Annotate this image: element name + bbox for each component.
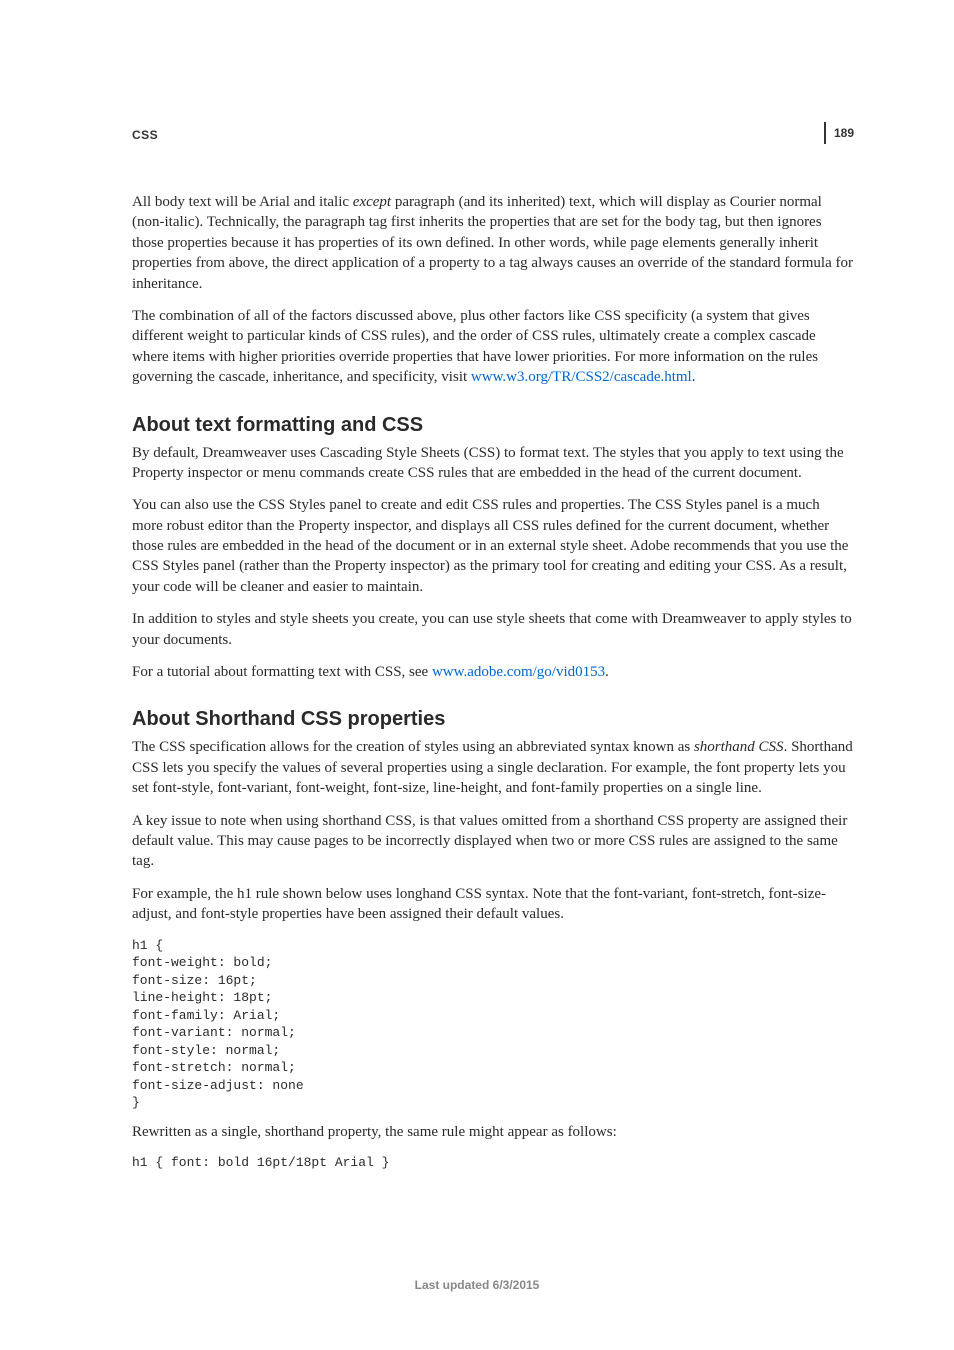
body-paragraph: You can also use the CSS Styles panel to… [132,495,854,597]
body-paragraph: The combination of all of the factors di… [132,306,854,388]
page-number: 189 [824,122,854,144]
code-block: h1 { font: bold 16pt/18pt Arial } [132,1154,854,1172]
body-paragraph: A key issue to note when using shorthand… [132,811,854,872]
body-paragraph: For a tutorial about formatting text wit… [132,662,854,682]
text-run: . [605,664,609,680]
text-run: For a tutorial about formatting text wit… [132,664,432,680]
emphasis-text: except [353,194,391,210]
text-run: . [692,369,696,385]
section-heading: About Shorthand CSS properties [132,708,854,731]
text-run: The CSS specification allows for the cre… [132,739,694,755]
text-run: All body text will be Arial and italic [132,194,353,210]
body-paragraph: In addition to styles and style sheets y… [132,609,854,650]
code-block: h1 { font-weight: bold; font-size: 16pt;… [132,937,854,1112]
section-header-label: CSS [132,128,158,142]
section-heading: About text formatting and CSS [132,414,854,437]
body-paragraph: For example, the h1 rule shown below use… [132,884,854,925]
body-paragraph: The CSS specification allows for the cre… [132,737,854,798]
body-paragraph: By default, Dreamweaver uses Cascading S… [132,443,854,484]
body-paragraph: Rewritten as a single, shorthand propert… [132,1122,854,1142]
external-link[interactable]: www.adobe.com/go/vid0153 [432,664,605,680]
footer-last-updated: Last updated 6/3/2015 [0,1278,954,1292]
emphasis-text: shorthand CSS [694,739,784,755]
body-paragraph: All body text will be Arial and italic e… [132,192,854,294]
external-link[interactable]: www.w3.org/TR/CSS2/cascade.html [471,369,692,385]
